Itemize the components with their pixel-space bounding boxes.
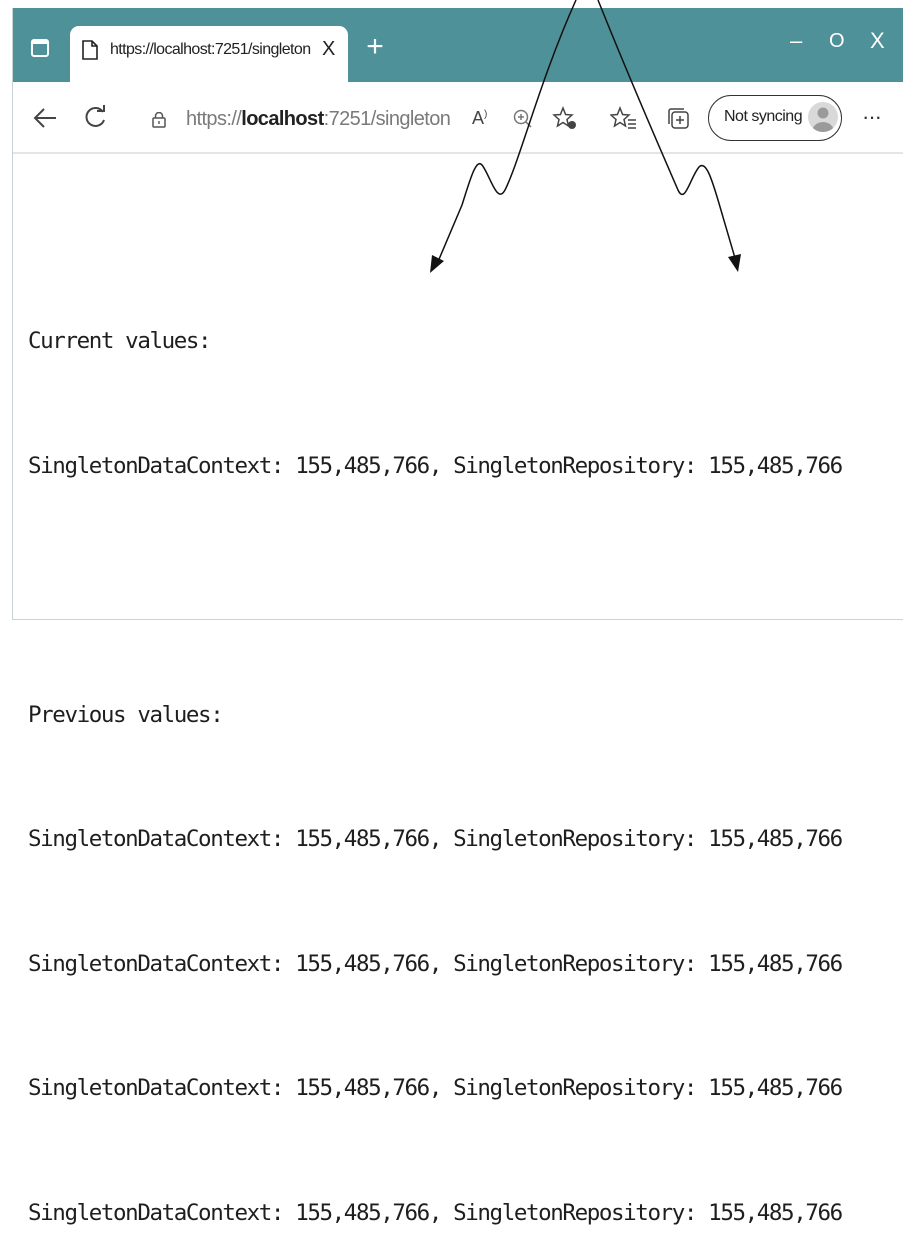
close-window-button[interactable]: X <box>870 28 885 54</box>
back-arrow-icon[interactable] <box>32 106 58 130</box>
new-tab-button[interactable]: + <box>360 30 390 64</box>
lock-icon <box>152 112 166 128</box>
page-line: Previous values: <box>28 701 224 728</box>
maximize-button[interactable]: O <box>829 30 845 53</box>
address-url[interactable]: https://localhost:7251/singleton <box>186 108 451 131</box>
url-prefix: https:// <box>186 108 242 130</box>
page-line: SingletonDataContext: 155,485,766, Singl… <box>28 826 843 852</box>
url-host: localhost <box>241 108 324 130</box>
profile-avatar-icon <box>812 107 834 132</box>
url-path: :7251/singleton <box>323 108 451 130</box>
sync-status-label: Not syncing <box>724 108 803 125</box>
avatar <box>808 102 838 132</box>
page-line: SingletonDataContext: 155,485,766, Singl… <box>28 950 843 977</box>
page-line: SingletonDataContext: 155,485,766, Singl… <box>28 452 843 479</box>
tab-actions-icon <box>31 39 49 57</box>
tab-actions-button[interactable] <box>22 30 58 66</box>
add-favorite-icon[interactable] <box>552 106 580 132</box>
read-aloud-label: A <box>472 108 485 128</box>
page-line <box>28 570 842 612</box>
minimize-button[interactable]: – <box>790 28 802 54</box>
settings-more-button[interactable]: ··· <box>862 104 882 130</box>
zoom-icon[interactable] <box>512 108 534 130</box>
tab-close-button[interactable]: X <box>322 38 335 61</box>
refresh-icon[interactable] <box>84 104 108 130</box>
page-content: Current values: SingletonDataContext: 15… <box>28 238 843 1240</box>
page-line: Current values: <box>28 328 212 354</box>
page-line: SingletonDataContext: 155,485,766, Singl… <box>28 1199 843 1226</box>
collections-icon[interactable] <box>666 106 692 132</box>
favorites-icon[interactable] <box>610 106 638 132</box>
page-line: SingletonDataContext: 155,485,766, Singl… <box>28 1075 843 1101</box>
read-aloud-icon[interactable]: A) <box>472 108 487 129</box>
tab-title: https://localhost:7251/singleton <box>110 41 311 58</box>
page-icon <box>82 40 98 60</box>
